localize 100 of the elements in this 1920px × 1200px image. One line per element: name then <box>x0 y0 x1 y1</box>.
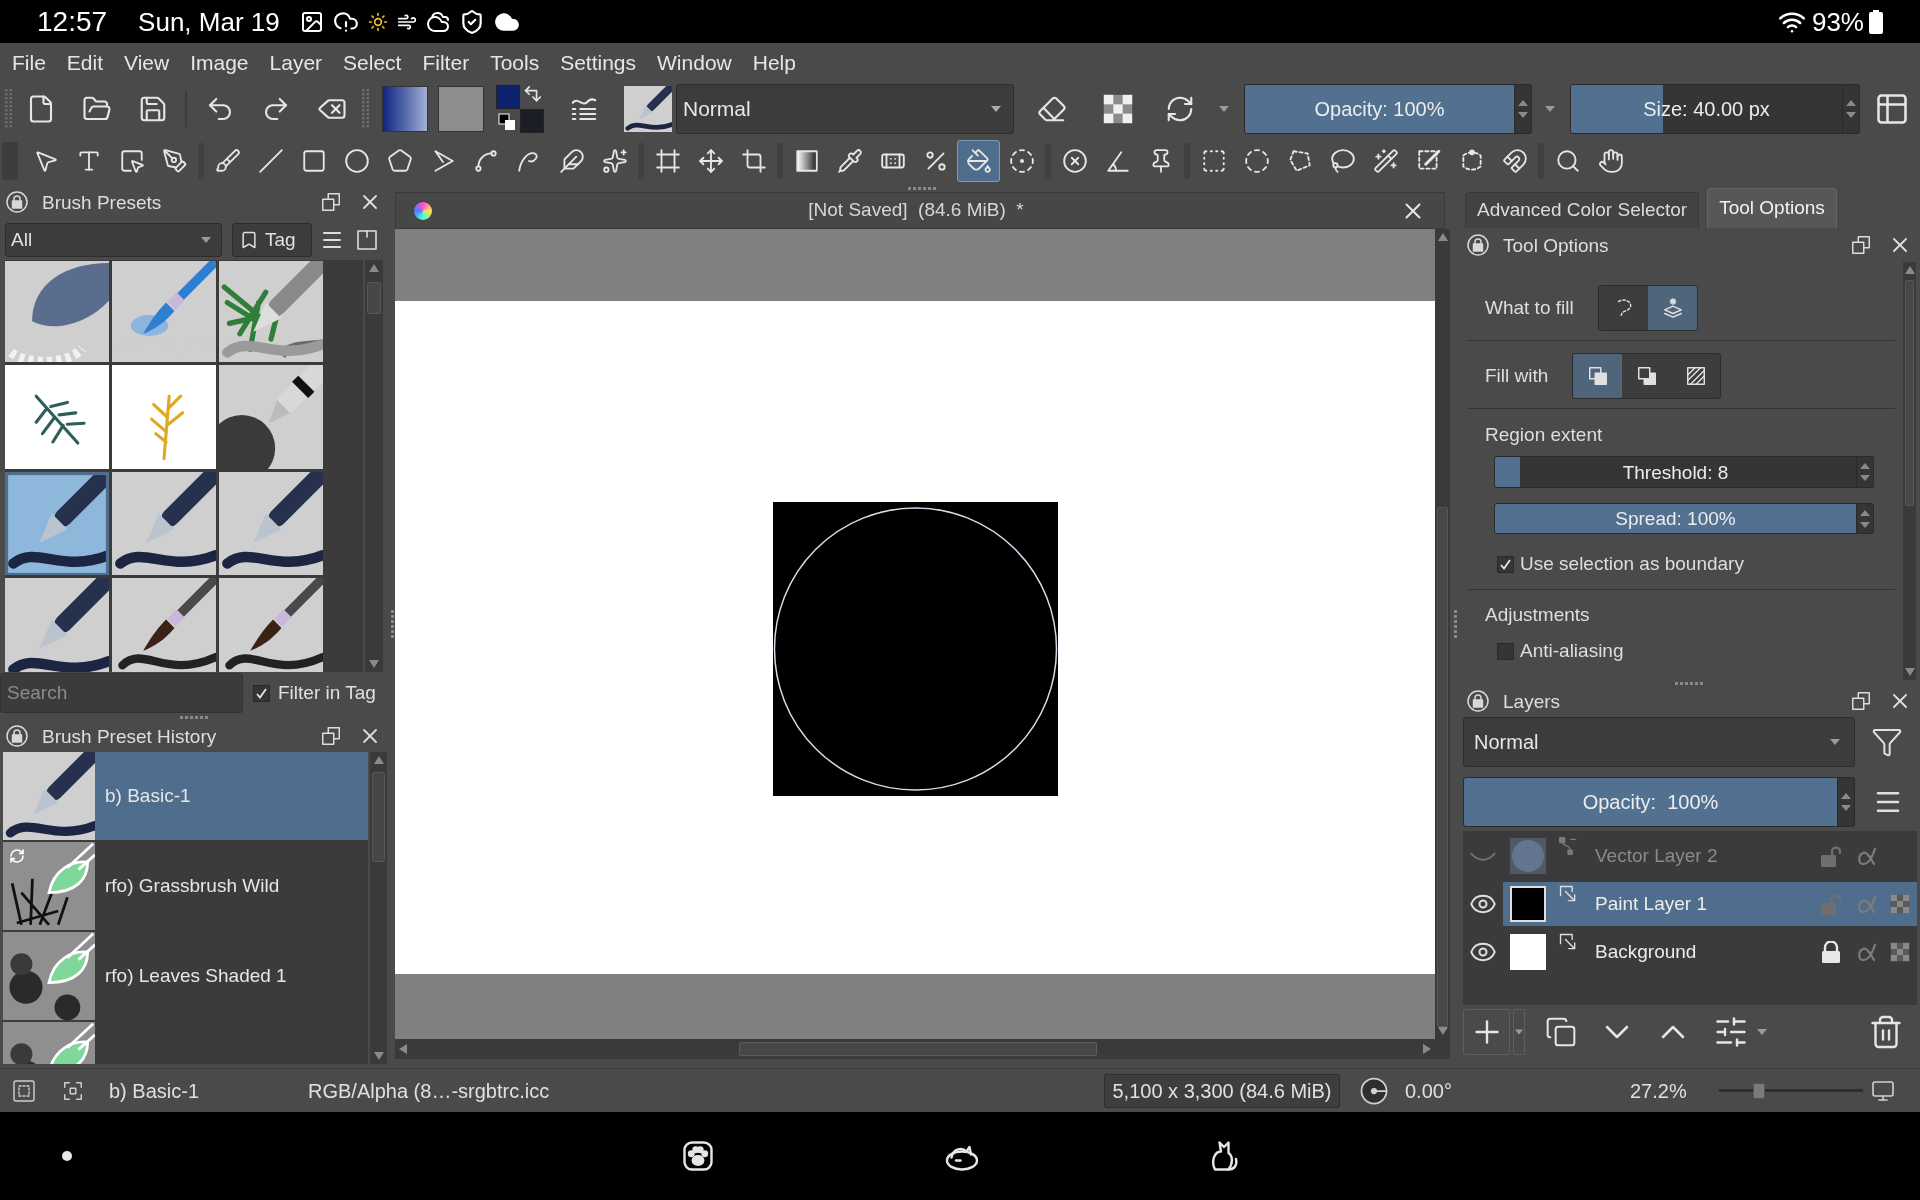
toolbar-grip[interactable] <box>362 89 370 129</box>
restore-window-icon[interactable] <box>320 725 342 747</box>
pen-drawing[interactable] <box>112 472 216 575</box>
search-field[interactable]: Search <box>0 673 243 713</box>
checkbox[interactable] <box>253 684 270 702</box>
menu-item[interactable]: View <box>124 51 170 73</box>
up-triangle-icon[interactable] <box>1437 233 1448 241</box>
vertical-scrollbar[interactable] <box>1435 229 1450 1039</box>
vertical-scrollbar[interactable] <box>365 260 383 672</box>
sprig-drawing[interactable] <box>5 365 109 469</box>
spread-slider[interactable]: Spread: 100% <box>1494 503 1857 534</box>
blend-mode-dropdown[interactable]: Normal <box>676 84 1014 134</box>
menu-item[interactable]: Edit <box>66 51 104 73</box>
pen-drawing[interactable] <box>219 472 323 575</box>
blob-drawing[interactable] <box>5 261 109 362</box>
tag-filter-dropdown[interactable]: All <box>5 223 222 257</box>
menu-item[interactable]: File <box>12 51 46 73</box>
lock-icon[interactable] <box>5 724 29 748</box>
spin-buttons[interactable] <box>1857 456 1874 488</box>
left-triangle-icon[interactable] <box>399 1044 407 1054</box>
threshold-slider[interactable]: Threshold: 8 <box>1494 456 1857 488</box>
square-notch-icon[interactable] <box>355 228 379 252</box>
image-size-field[interactable]: 5,100 x 3,300 (84.6 MiB) <box>1104 1073 1340 1108</box>
history-item[interactable]: rfo) Grassbrush Wild <box>3 842 368 930</box>
vertical-scrollbar[interactable] <box>370 752 387 1064</box>
checkbox[interactable] <box>1497 642 1514 660</box>
restore-window-icon[interactable] <box>1850 234 1872 256</box>
horizontal-scrollbar[interactable] <box>395 1039 1450 1059</box>
spin-buttons[interactable] <box>1838 777 1855 827</box>
paintbrush-drawing[interactable] <box>219 578 323 672</box>
dashed-square-icon[interactable] <box>12 1078 36 1103</box>
fill-similar-region-button[interactable] <box>1648 286 1697 330</box>
pen-drawing[interactable] <box>5 472 109 575</box>
layer-blend-mode-dropdown[interactable]: Normal <box>1463 717 1855 767</box>
up-triangle-icon[interactable] <box>373 756 384 764</box>
resize-handle[interactable] <box>907 186 938 190</box>
up-triangle-icon[interactable] <box>369 264 379 272</box>
menu-item[interactable]: Window <box>657 51 732 73</box>
foliage-drawing[interactable] <box>219 261 323 362</box>
foreground-color-swatch[interactable] <box>496 85 520 109</box>
padlock-icon[interactable] <box>1821 941 1841 963</box>
dock-tab[interactable]: Advanced Color Selector <box>1465 192 1700 228</box>
pattern-swatch[interactable] <box>438 86 484 132</box>
down-triangle-icon[interactable] <box>373 1052 384 1060</box>
lock-icon[interactable] <box>5 190 29 214</box>
vertical-scrollbar[interactable] <box>1903 262 1916 680</box>
fill-tool-button[interactable] <box>957 139 1000 182</box>
scrollbar-thumb[interactable] <box>372 772 385 862</box>
slider-thumb[interactable] <box>1753 1082 1766 1099</box>
menu-item[interactable]: Filter <box>422 51 470 73</box>
menu-item[interactable]: Select <box>343 51 402 73</box>
down-triangle-icon[interactable] <box>369 660 379 668</box>
background-color-swatch[interactable] <box>520 109 544 133</box>
layer-row[interactable]: Paint Layer 1 <box>1503 882 1917 926</box>
history-item[interactable]: b) Basic-1 <box>3 752 368 840</box>
up-triangle-icon[interactable] <box>1904 266 1915 274</box>
paw-icon[interactable] <box>680 1138 716 1174</box>
restore-window-icon[interactable] <box>320 191 342 213</box>
right-triangle-icon[interactable] <box>1423 1044 1431 1054</box>
dock-tab[interactable]: Tool Options <box>1707 188 1837 228</box>
size-slider[interactable]: Size: 40.00 px <box>1570 84 1843 134</box>
spin-buttons[interactable] <box>1515 84 1532 134</box>
fill-foreground-button[interactable] <box>1573 354 1622 398</box>
resize-handle[interactable] <box>1675 681 1705 685</box>
scrollbar-thumb[interactable] <box>367 282 381 314</box>
corner-brackets-icon[interactable] <box>62 1079 84 1102</box>
checkerboard-icon[interactable] <box>1889 941 1911 963</box>
tag-button[interactable]: Tag <box>232 223 312 257</box>
zoom-slider[interactable] <box>1719 1082 1863 1099</box>
brush-preset-button[interactable] <box>624 86 672 132</box>
menu-item[interactable]: Settings <box>560 51 637 73</box>
down-triangle-icon[interactable] <box>1904 668 1915 676</box>
pen-drawing[interactable] <box>5 578 109 672</box>
layer-type-dropdown[interactable] <box>1513 1009 1525 1055</box>
menu-item[interactable]: Layer <box>269 51 323 73</box>
toolbar-grip[interactable] <box>5 89 13 129</box>
checkerboard-icon[interactable] <box>1889 893 1911 915</box>
gradient-swatch[interactable] <box>382 86 428 132</box>
lock-icon[interactable] <box>1466 233 1490 257</box>
menu-item[interactable]: Image <box>190 51 249 73</box>
resize-handle[interactable] <box>391 610 394 640</box>
menu-item[interactable]: Help <box>752 51 796 73</box>
lock-icon[interactable] <box>1466 689 1490 713</box>
resize-handle[interactable] <box>1453 610 1457 640</box>
restore-window-icon[interactable] <box>1850 690 1872 712</box>
spin-buttons[interactable] <box>1843 84 1860 134</box>
paintbrush-drawing[interactable] <box>112 578 216 672</box>
history-item[interactable]: rfo) Leaves Shaded 1 <box>3 932 368 1020</box>
scrollbar-thumb[interactable] <box>1437 507 1448 1027</box>
airbrush-drawing[interactable] <box>219 365 323 469</box>
layer-row[interactable]: Background <box>1503 930 1917 974</box>
monitor-icon[interactable] <box>1871 1078 1895 1103</box>
layer-opacity-slider[interactable]: Opacity: 100% <box>1463 777 1838 827</box>
filter-icon[interactable] <box>1871 726 1903 758</box>
scrollbar-thumb[interactable] <box>739 1042 1097 1056</box>
rotation-dial-icon[interactable] <box>1359 1075 1389 1106</box>
opacity-slider[interactable]: Opacity: 100% <box>1244 84 1515 134</box>
menu-item[interactable]: Tools <box>490 51 540 73</box>
spin-buttons[interactable] <box>1857 503 1874 534</box>
add-layer-button[interactable] <box>1463 1009 1510 1055</box>
